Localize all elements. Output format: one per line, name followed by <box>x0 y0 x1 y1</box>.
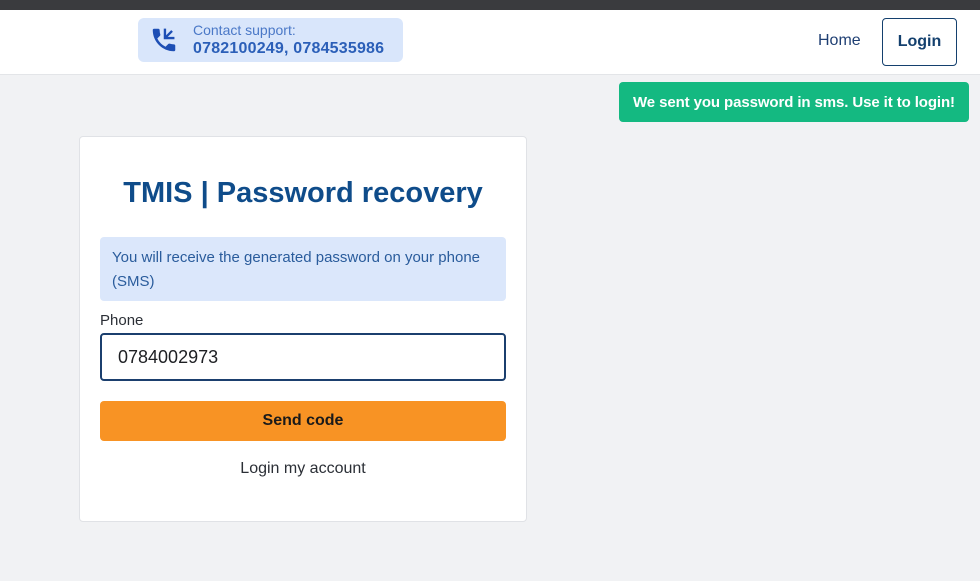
phone-input[interactable] <box>100 333 506 381</box>
nav-home-link[interactable]: Home <box>818 32 861 50</box>
success-toast: We sent you password in sms. Use it to l… <box>619 82 969 122</box>
page-title: TMIS | Password recovery <box>123 177 483 209</box>
support-label: Contact support: <box>193 22 296 38</box>
send-code-button[interactable]: Send code <box>100 401 506 441</box>
password-recovery-card: TMIS | Password recovery You will receiv… <box>79 136 527 522</box>
contact-support-badge: Contact support: 0782100249, 0784535986 <box>138 18 403 62</box>
phone-icon <box>149 25 179 55</box>
login-my-account-link[interactable]: Login my account <box>80 460 526 478</box>
phone-field-label: Phone <box>100 312 144 329</box>
navbar: Contact support: 0782100249, 0784535986 … <box>0 10 980 75</box>
info-alert: You will receive the generated password … <box>100 237 506 301</box>
browser-top-strip <box>0 0 980 10</box>
nav-login-button[interactable]: Login <box>882 18 957 66</box>
support-phone-numbers: 0782100249, 0784535986 <box>193 40 385 57</box>
